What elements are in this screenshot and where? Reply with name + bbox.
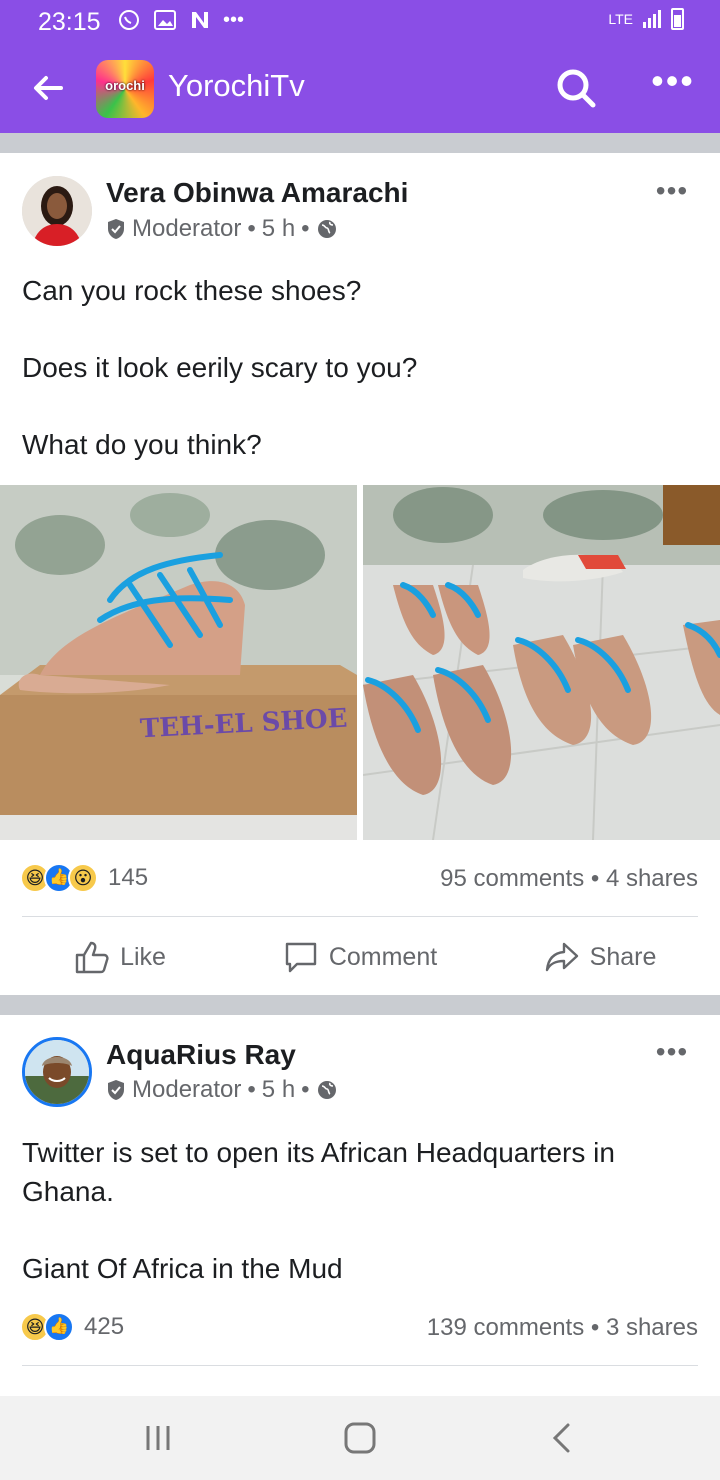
- avatar-image: [25, 1040, 89, 1104]
- comment-button[interactable]: Comment: [240, 927, 480, 987]
- recent-apps-icon: [146, 1426, 170, 1450]
- search-button[interactable]: [552, 64, 600, 112]
- shield-icon: [108, 1080, 124, 1100]
- recent-apps-button[interactable]: [138, 1422, 178, 1454]
- home-button[interactable]: [340, 1422, 380, 1454]
- reaction-summary[interactable]: 😆 👍 425: [20, 1312, 124, 1342]
- post-role: Moderator: [132, 1076, 242, 1103]
- network-label: LTE: [608, 11, 633, 27]
- app-more-button[interactable]: •••: [648, 63, 698, 110]
- search-icon: [557, 69, 596, 108]
- meta-dot: •: [247, 215, 256, 242]
- post-actions: Like Comment Share: [0, 927, 720, 987]
- reaction-summary[interactable]: 😆 👍 😮 145: [20, 863, 148, 893]
- group-logo-text: orochi: [105, 78, 145, 93]
- meta-dot: •: [247, 1076, 256, 1103]
- avatar[interactable]: [22, 176, 92, 246]
- battery-icon: [671, 8, 684, 30]
- meta-dot: •: [301, 1076, 310, 1103]
- post-text-line: Can you rock these shoes?: [22, 275, 362, 306]
- status-time: 23:15: [38, 8, 101, 36]
- signal-icon: [643, 10, 661, 28]
- post-time[interactable]: 5 h: [262, 1076, 295, 1104]
- post-stats[interactable]: 139 comments • 3 shares: [427, 1314, 698, 1342]
- more-notifications-icon: •••: [223, 8, 245, 31]
- meta-dot: •: [301, 215, 310, 242]
- reaction-count: 145: [108, 864, 149, 891]
- group-name[interactable]: YorochiTv: [168, 68, 305, 104]
- globe-icon: [317, 1081, 336, 1099]
- group-logo[interactable]: orochi: [96, 60, 154, 118]
- share-label: Share: [589, 942, 657, 971]
- post-author[interactable]: AquaRius Ray: [106, 1039, 296, 1071]
- like-button[interactable]: Like: [0, 927, 240, 987]
- wow-reaction-icon: 😮: [68, 863, 98, 893]
- feed-divider: [0, 995, 720, 1015]
- status-notification-icons: •••: [117, 8, 244, 32]
- post-author[interactable]: Vera Obinwa Amarachi: [106, 177, 408, 209]
- like-reaction-icon: 👍: [44, 1312, 74, 1342]
- like-icon: [75, 941, 109, 974]
- post-text-line: Twitter is set to open its African Headq…: [22, 1137, 615, 1207]
- actions-divider: [22, 916, 698, 917]
- shield-icon: [108, 219, 124, 239]
- back-button[interactable]: [28, 68, 68, 108]
- post-card: AquaRius Ray Moderator • 5 h • ••• Twitt…: [0, 1015, 720, 1396]
- home-icon: [344, 1422, 376, 1454]
- comment-label: Comment: [328, 942, 438, 971]
- gallery-icon: [154, 10, 176, 30]
- share-button[interactable]: Share: [480, 927, 720, 987]
- whatsapp-icon: [119, 10, 139, 30]
- post-card: Vera Obinwa Amarachi Moderator • 5 h • •…: [0, 153, 720, 995]
- post-more-button[interactable]: •••: [648, 177, 696, 211]
- post-meta: Moderator • 5 h •: [106, 215, 338, 243]
- n-icon: [192, 12, 208, 28]
- status-bar: 23:15 ••• LTE: [0, 0, 720, 44]
- post-text-line: What do you think?: [22, 429, 262, 460]
- actions-divider: [22, 1365, 698, 1366]
- post-stats[interactable]: 95 comments • 4 shares: [440, 865, 698, 893]
- post-more-button[interactable]: •••: [648, 1038, 696, 1072]
- system-nav-bar: [0, 1396, 720, 1480]
- post-role: Moderator: [132, 215, 242, 242]
- reaction-count: 425: [84, 1313, 125, 1340]
- post-time[interactable]: 5 h: [262, 215, 295, 243]
- post-text-line: Giant Of Africa in the Mud: [22, 1253, 343, 1284]
- shoes-floor-photo: [363, 485, 720, 840]
- share-icon: [545, 942, 578, 972]
- avatar[interactable]: [22, 1037, 92, 1107]
- comment-icon: [285, 942, 317, 973]
- post-photo-left[interactable]: TEH-EL SHOE: [0, 485, 357, 840]
- shoe-box-photo: [0, 485, 357, 840]
- post-photo-right[interactable]: [363, 485, 720, 840]
- app-bar: orochi YorochiTv •••: [0, 44, 720, 133]
- top-bar: 23:15 ••• LTE orochi YorochiTv •••: [0, 0, 720, 133]
- back-chevron-icon: [552, 1423, 570, 1453]
- globe-icon: [317, 220, 336, 238]
- avatar-image: [22, 176, 92, 246]
- post-meta: Moderator • 5 h •: [106, 1076, 338, 1104]
- like-label: Like: [120, 942, 166, 971]
- status-right: LTE: [608, 8, 684, 30]
- feed-divider: [0, 133, 720, 153]
- arrow-left-icon: [34, 76, 63, 100]
- post-text-line: Does it look eerily scary to you?: [22, 352, 418, 383]
- back-nav-button[interactable]: [542, 1422, 582, 1454]
